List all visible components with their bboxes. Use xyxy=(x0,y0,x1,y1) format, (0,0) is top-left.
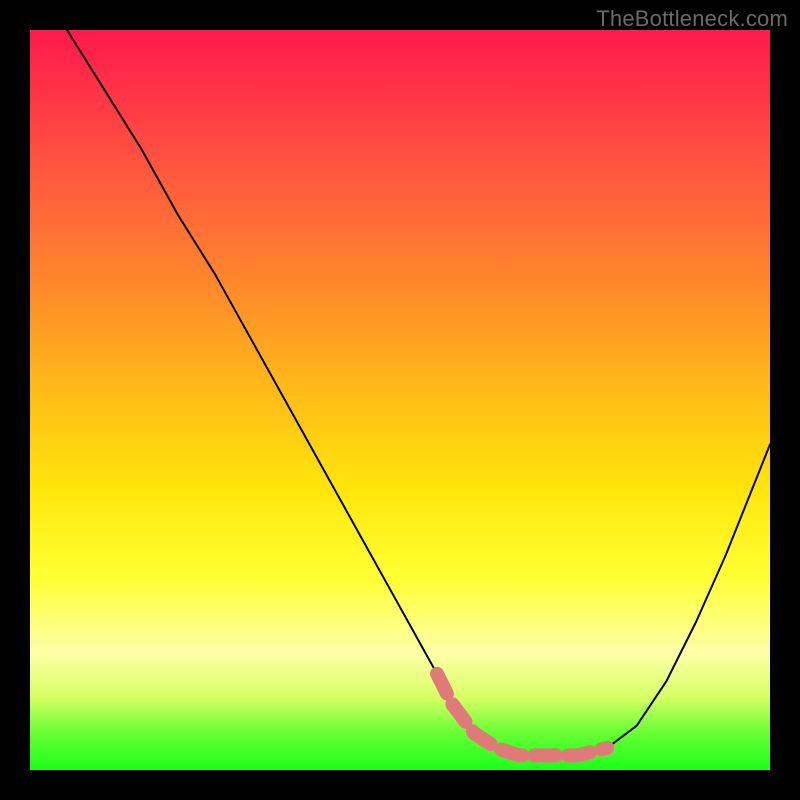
watermark-text: TheBottleneck.com xyxy=(596,6,788,32)
chart-frame: TheBottleneck.com xyxy=(0,0,800,800)
bottleneck-curve xyxy=(67,30,770,755)
curve-svg xyxy=(30,30,770,770)
highlight-segment xyxy=(437,674,607,755)
plot-area xyxy=(30,30,770,770)
